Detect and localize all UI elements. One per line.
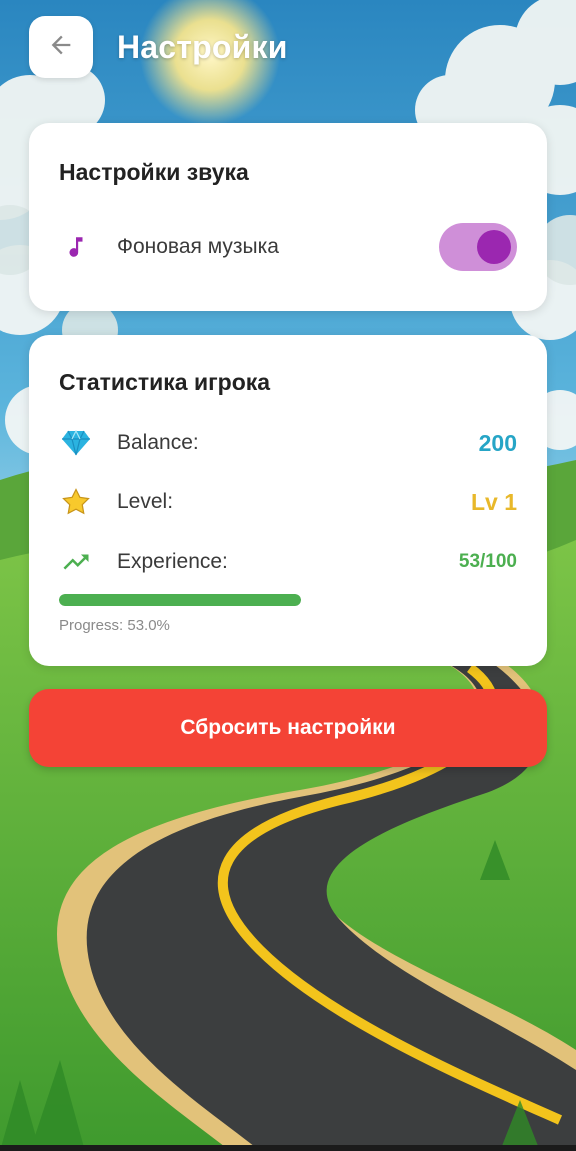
sound-settings-title: Настройки звука bbox=[59, 159, 249, 185]
balance-value: 200 bbox=[478, 429, 517, 456]
background-music-toggle[interactable] bbox=[439, 223, 517, 271]
page-title: Настройки bbox=[117, 28, 288, 65]
background-music-label: Фоновая музыка bbox=[117, 235, 279, 258]
arrow-left-icon bbox=[47, 31, 75, 64]
music-note-icon bbox=[59, 230, 93, 264]
star-icon bbox=[59, 485, 93, 519]
toggle-knob bbox=[477, 230, 511, 264]
experience-label: Experience: bbox=[117, 550, 228, 573]
player-stats-title: Статистика игрока bbox=[59, 369, 271, 395]
diamond-icon bbox=[59, 426, 93, 460]
level-value: Lv 1 bbox=[470, 488, 517, 515]
header: Настройки bbox=[29, 16, 288, 78]
back-button[interactable] bbox=[29, 16, 93, 78]
level-row: Level: Lv 1 bbox=[59, 485, 517, 519]
progress-text: Progress: 53.0% bbox=[59, 617, 170, 634]
reset-settings-button[interactable]: Сбросить настройки bbox=[29, 689, 547, 767]
level-label: Level: bbox=[117, 490, 174, 513]
background-music-row: Фоновая музыка bbox=[59, 223, 517, 271]
experience-row: Experience: 53/100 bbox=[59, 545, 517, 579]
experience-value: 53/100 bbox=[458, 551, 517, 572]
trending-up-icon bbox=[59, 545, 93, 579]
system-bottom-bar bbox=[0, 1145, 576, 1151]
sound-settings-card: Настройки звука Фоновая музыка bbox=[29, 123, 547, 311]
experience-progress-fill bbox=[59, 594, 301, 606]
player-stats-card: Статистика игрока Balance: 200 Level: Lv… bbox=[29, 335, 547, 666]
experience-progress-bar bbox=[59, 594, 301, 606]
balance-row: Balance: 200 bbox=[59, 426, 517, 460]
balance-label: Balance: bbox=[117, 431, 199, 454]
